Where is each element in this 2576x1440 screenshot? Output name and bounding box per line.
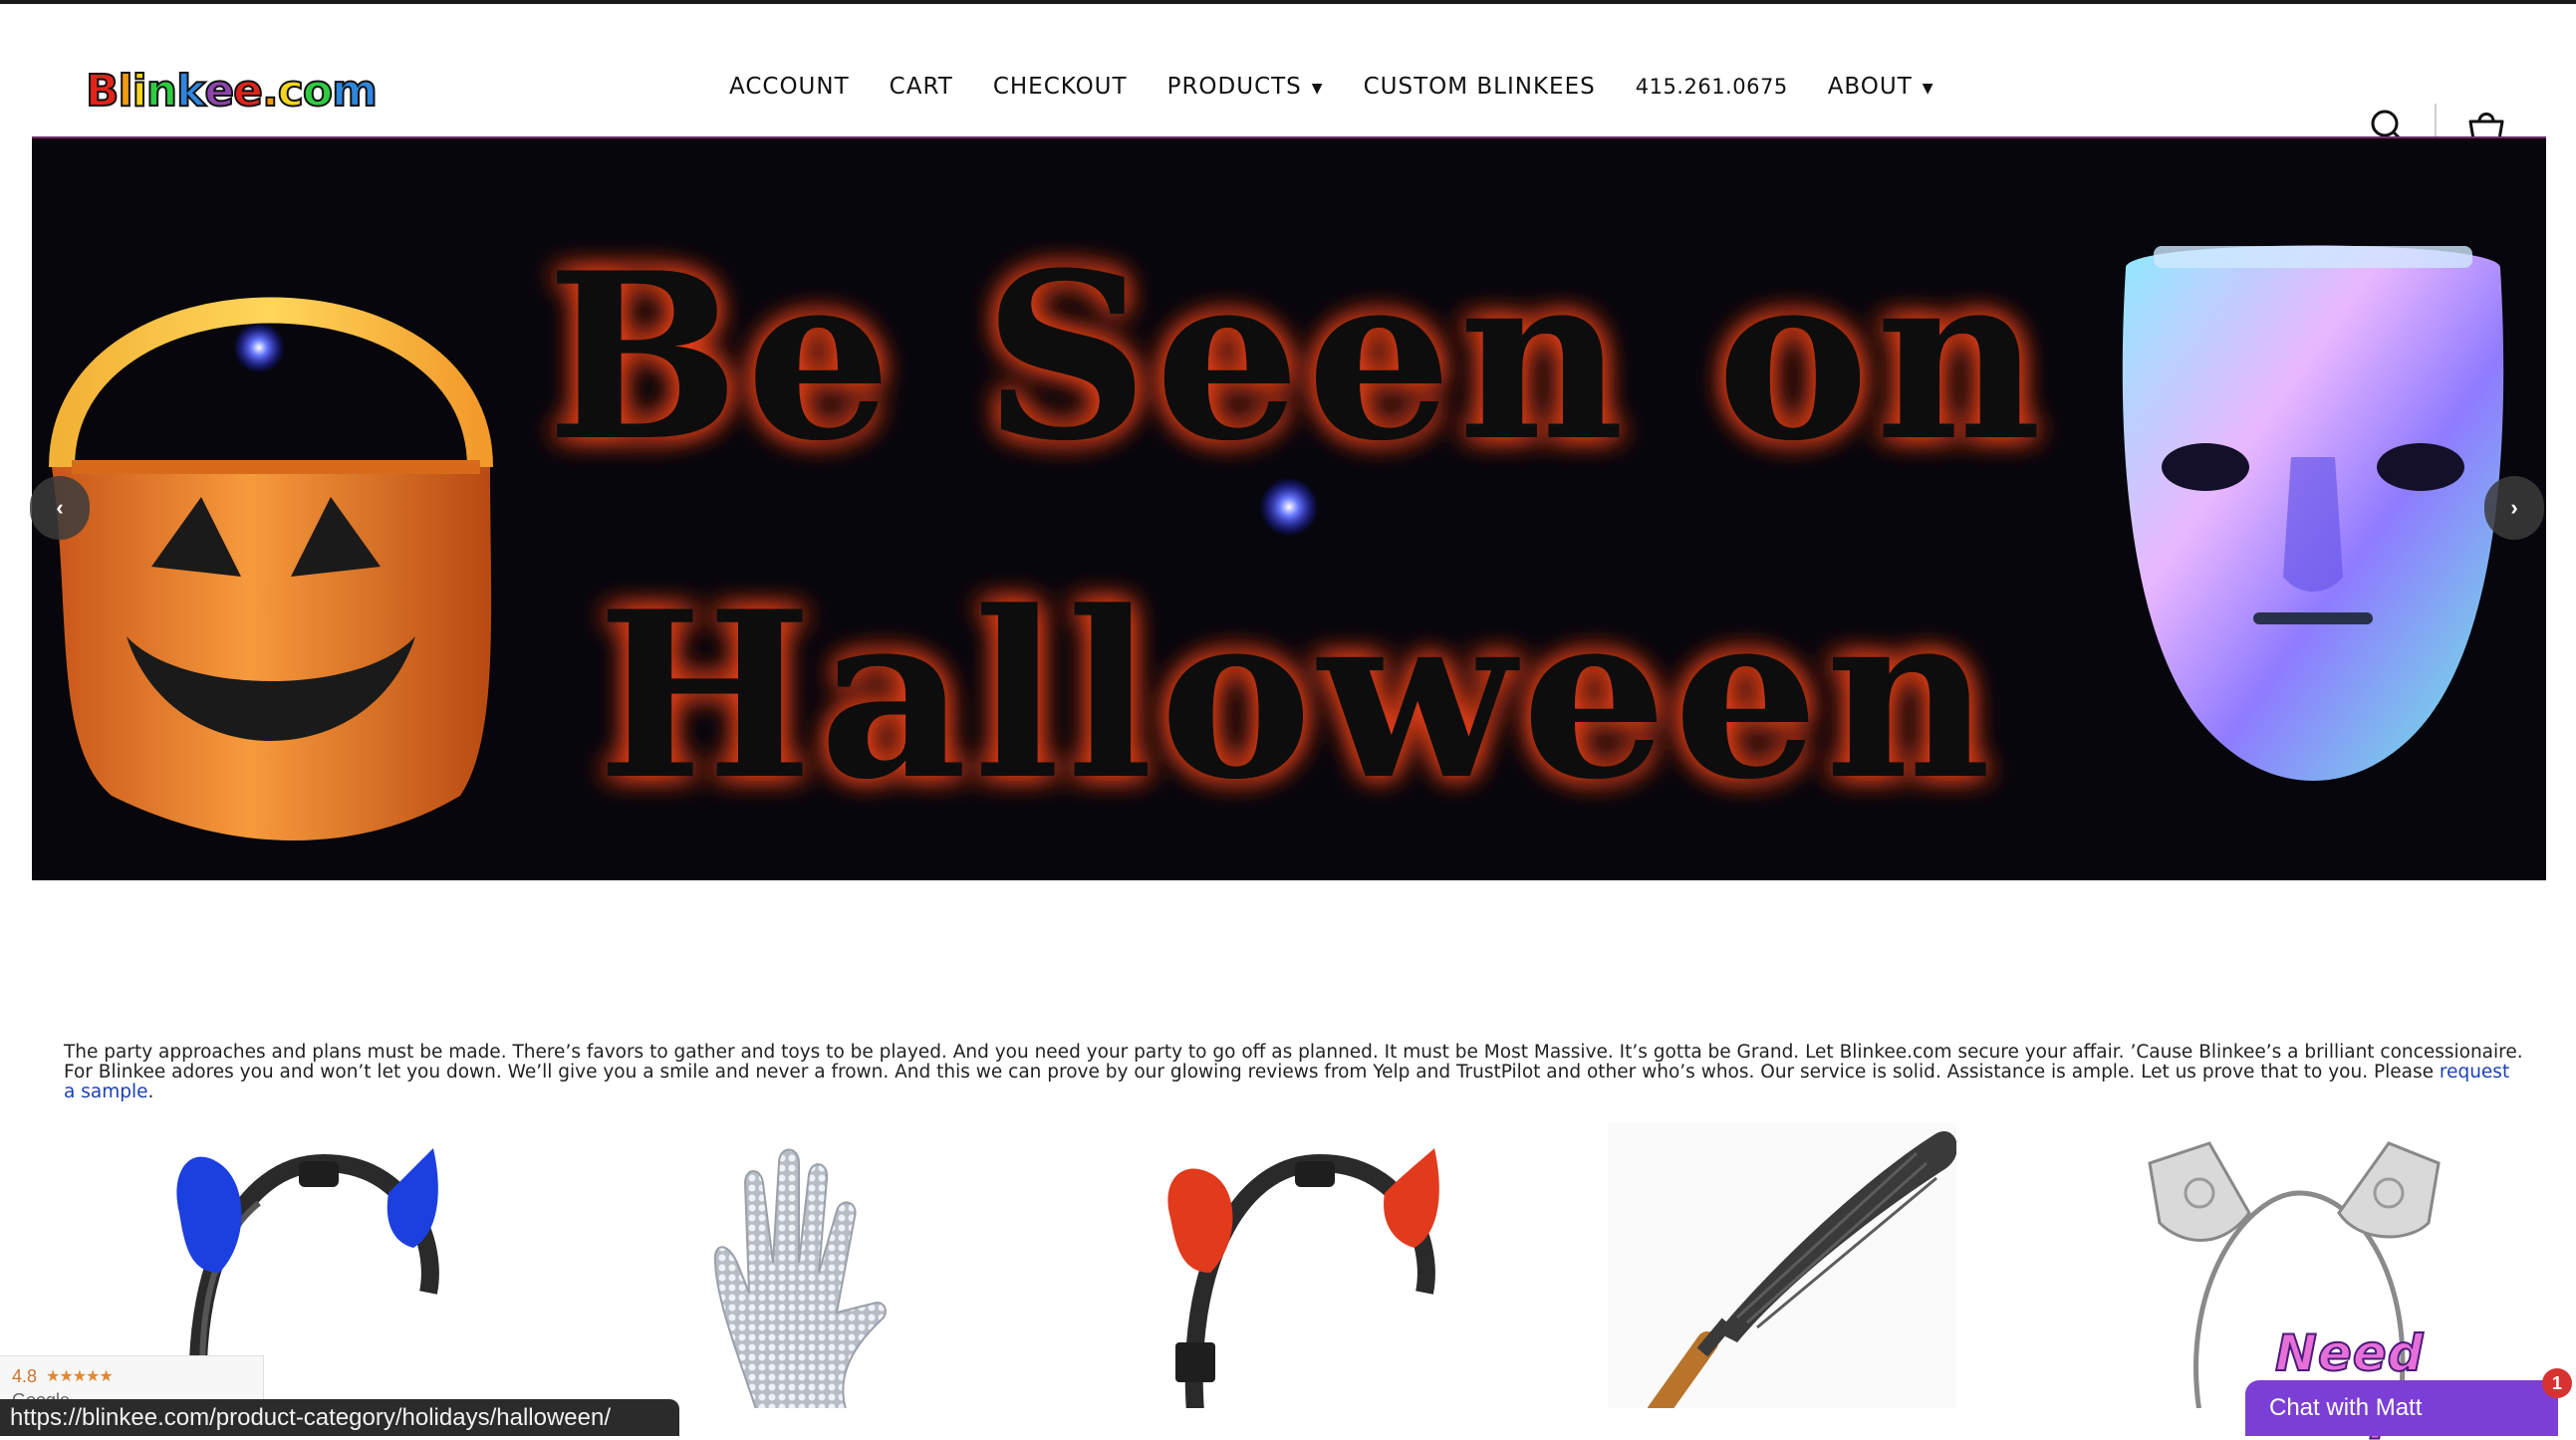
window-top-edge — [0, 0, 2576, 4]
chevron-right-icon[interactable]: › — [2510, 495, 2517, 521]
intro-paragraph: The party approaches and plans must be m… — [64, 1043, 2524, 1102]
nav-phone[interactable]: 415.261.0675 — [1636, 75, 1788, 99]
main-nav: ACCOUNT CART CHECKOUT PRODUCTS ▼ CUSTOM B… — [729, 74, 1934, 100]
logo-letter[interactable]: B — [85, 65, 121, 118]
nav-about-label[interactable]: ABOUT — [1828, 74, 1913, 100]
status-bar-url: https://blinkee.com/product-category/hol… — [0, 1399, 679, 1436]
logo-letter[interactable]: i — [131, 65, 148, 118]
hero-banner-art: Be Seen on Halloween — [32, 138, 2546, 880]
nav-custom-blinkees[interactable]: CUSTOM BLINKEES — [1364, 74, 1596, 100]
nav-checkout[interactable]: CHECKOUT — [993, 74, 1128, 100]
witch-broom-image — [1608, 1123, 1956, 1408]
intro-text: The party approaches and plans must be m… — [64, 1042, 2523, 1082]
logo-letter[interactable]: l — [118, 65, 134, 118]
banner-headline-line1: Be Seen on — [546, 223, 2048, 492]
logo-letter[interactable]: e — [203, 65, 235, 118]
site-logo[interactable]: Blinkee.com — [85, 65, 379, 118]
nav-cart-label[interactable]: CART — [890, 74, 953, 100]
logo-letter[interactable]: k — [175, 65, 206, 118]
red-devil-horns-image — [1167, 1148, 1439, 1408]
logo-letter[interactable]: m — [331, 65, 379, 118]
nav-about[interactable]: ABOUT ▼ — [1828, 74, 1934, 100]
chat-notification-badge: 1 — [2542, 1368, 2572, 1398]
dropdown-caret-icon[interactable]: ▼ — [1923, 81, 1934, 97]
hero-banner[interactable]: Be Seen on Halloween — [32, 138, 2546, 880]
logo-letter[interactable]: e — [232, 65, 264, 118]
banner-headline-line2: Halloween — [597, 562, 1997, 831]
logo-letter[interactable]: c — [277, 65, 305, 118]
nav-checkout-label[interactable]: CHECKOUT — [993, 74, 1128, 100]
sequin-glove-image — [713, 1148, 887, 1408]
rating-score: 4.8 — [12, 1366, 38, 1386]
carousel-prev-button[interactable]: ‹ — [30, 476, 90, 540]
product-card-witch-broom[interactable] — [1608, 1123, 1956, 1408]
chat-with-matt-button[interactable]: Chat with Matt — [2245, 1380, 2558, 1436]
nav-cart[interactable]: CART — [890, 74, 953, 100]
nav-products[interactable]: PRODUCTS ▼ — [1167, 74, 1324, 100]
logo-letter[interactable]: n — [145, 65, 178, 118]
nav-products-label[interactable]: PRODUCTS — [1167, 74, 1302, 100]
dropdown-caret-icon[interactable]: ▼ — [1312, 81, 1324, 97]
nav-account[interactable]: ACCOUNT — [729, 74, 850, 100]
nav-account-label[interactable]: ACCOUNT — [729, 74, 850, 100]
chat-button-label[interactable]: Chat with Matt — [2269, 1394, 2422, 1422]
nav-custom-blinkees-label[interactable]: CUSTOM BLINKEES — [1364, 74, 1596, 100]
logo-letter[interactable]: . — [261, 65, 280, 118]
carousel-next-button[interactable]: › — [2484, 476, 2544, 540]
intro-suffix: . — [147, 1081, 154, 1102]
nav-phone-label[interactable]: 415.261.0675 — [1636, 75, 1788, 99]
chevron-left-icon[interactable]: ‹ — [56, 495, 63, 521]
product-card-sequin-glove[interactable] — [687, 1123, 926, 1408]
logo-letter[interactable]: o — [302, 65, 334, 118]
product-card-red-devil-horns[interactable] — [1146, 1123, 1464, 1408]
rating-stars-icon: ★★★★★ — [46, 1368, 114, 1385]
